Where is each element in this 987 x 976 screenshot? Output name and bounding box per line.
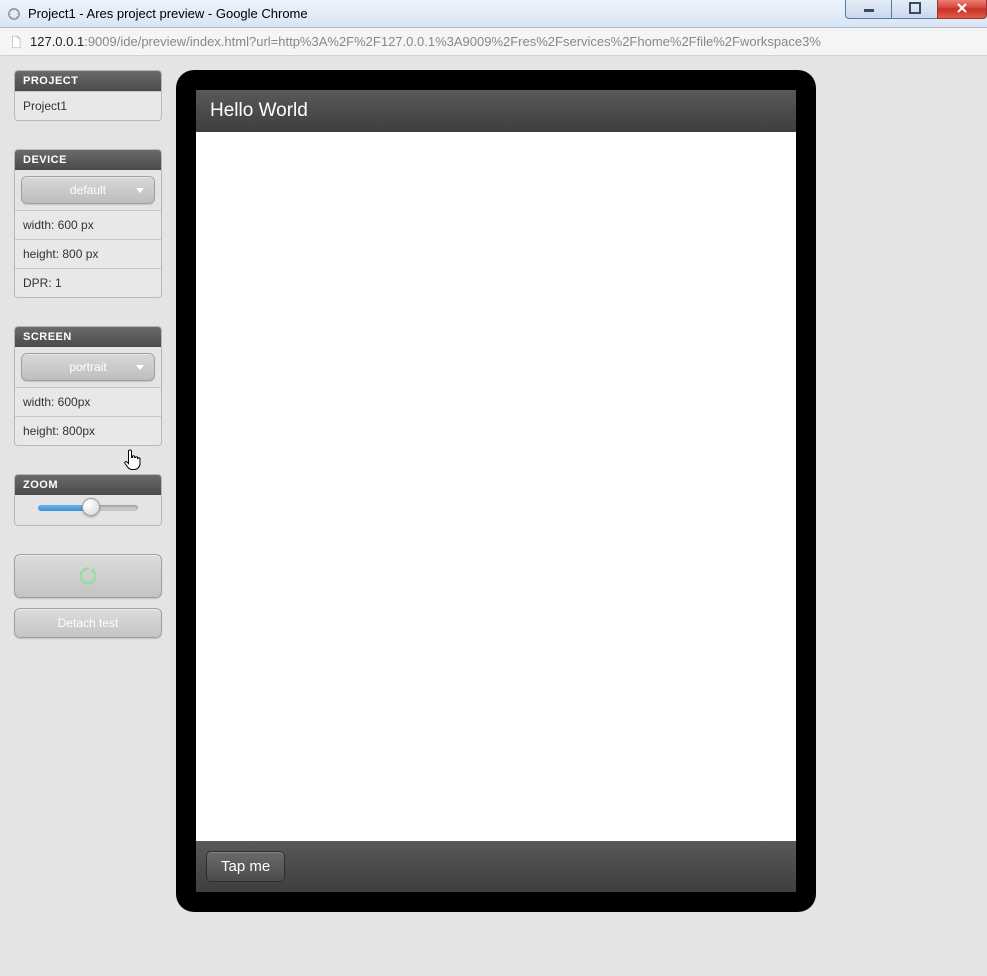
preview-app-footer: Tap me <box>196 841 796 892</box>
zoom-slider[interactable] <box>38 505 138 511</box>
preview-area: Hello World Tap me <box>176 70 973 962</box>
window-title: Project1 - Ares project preview - Google… <box>28 6 308 21</box>
zoom-slider-fill <box>38 505 86 511</box>
device-screen: Hello World Tap me <box>196 90 796 892</box>
maximize-button[interactable] <box>891 0 937 19</box>
url-text: 127.0.0.1:9009/ide/preview/index.html?ur… <box>30 34 821 49</box>
preview-app-content <box>196 132 796 841</box>
reload-button[interactable] <box>14 554 162 598</box>
minimize-button[interactable] <box>845 0 891 19</box>
detach-test-label: Detach test <box>58 616 119 630</box>
device-frame: Hello World Tap me <box>176 70 816 912</box>
project-name-row[interactable]: Project1 <box>15 91 161 120</box>
zoom-panel: ZOOM <box>14 474 162 526</box>
window-controls <box>845 0 987 19</box>
window-titlebar: Project1 - Ares project preview - Google… <box>0 0 987 28</box>
project-panel: PROJECT Project1 <box>14 70 162 121</box>
address-bar[interactable]: 127.0.0.1:9009/ide/preview/index.html?ur… <box>0 28 987 56</box>
screen-panel-header: SCREEN <box>15 327 161 347</box>
screen-panel: SCREEN portrait width: 600px height: 800… <box>14 326 162 446</box>
device-select[interactable]: default <box>21 176 155 204</box>
tap-me-button[interactable]: Tap me <box>206 851 285 882</box>
close-button[interactable] <box>937 0 987 19</box>
preview-app-header: Hello World <box>196 90 796 132</box>
project-panel-header: PROJECT <box>15 71 161 91</box>
sidebar: PROJECT Project1 DEVICE default width: 6… <box>14 70 162 962</box>
device-panel-header: DEVICE <box>15 150 161 170</box>
zoom-slider-wrap <box>15 495 161 525</box>
zoom-panel-header: ZOOM <box>15 475 161 495</box>
app-icon <box>6 6 22 22</box>
device-select-value: default <box>70 183 106 197</box>
page-icon <box>8 34 24 50</box>
app-body: PROJECT Project1 DEVICE default width: 6… <box>0 56 987 976</box>
screen-height-row: height: 800px <box>15 416 161 445</box>
chevron-down-icon <box>136 188 144 193</box>
detach-test-button[interactable]: Detach test <box>14 608 162 638</box>
url-path: :9009/ide/preview/index.html?url=http%3A… <box>84 34 821 49</box>
screen-width-row: width: 600px <box>15 387 161 416</box>
reload-icon <box>77 565 99 587</box>
chevron-down-icon <box>136 365 144 370</box>
screen-orientation-select[interactable]: portrait <box>21 353 155 381</box>
device-height-row: height: 800 px <box>15 239 161 268</box>
zoom-slider-thumb[interactable] <box>82 498 100 516</box>
device-panel: DEVICE default width: 600 px height: 800… <box>14 149 162 298</box>
device-dpr-row: DPR: 1 <box>15 268 161 297</box>
screen-orientation-value: portrait <box>69 360 106 374</box>
device-width-row: width: 600 px <box>15 210 161 239</box>
action-buttons: Detach test <box>14 554 162 648</box>
url-host: 127.0.0.1 <box>30 34 84 49</box>
